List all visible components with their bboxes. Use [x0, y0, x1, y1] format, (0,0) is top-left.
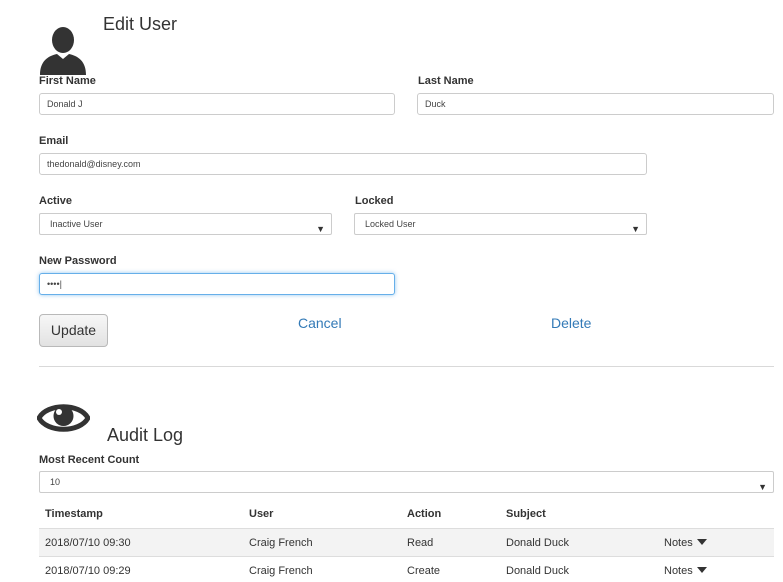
update-button[interactable]: Update — [39, 314, 108, 347]
notes-label: Notes — [664, 565, 693, 577]
most-recent-count-value: 10 — [50, 477, 61, 487]
edit-user-title: Edit User — [103, 14, 178, 34]
row-user: Craig French — [249, 565, 313, 577]
column-header-timestamp: Timestamp — [45, 508, 103, 520]
new-password-input[interactable]: ••••| — [39, 273, 395, 295]
first-name-label: First Name — [39, 75, 96, 87]
column-header-action: Action — [407, 508, 442, 520]
active-select-value: Inactive User — [50, 219, 103, 229]
row-action: Read — [407, 537, 434, 549]
row-subject: Donald Duck — [506, 537, 569, 549]
cancel-link[interactable]: Cancel — [298, 315, 342, 331]
audit-table-header: Timestamp User Action Subject — [39, 500, 774, 528]
locked-select-value: Locked User — [365, 219, 416, 229]
row-subject: Donald Duck — [506, 565, 569, 577]
row-timestamp: 2018/07/10 09:30 — [45, 537, 131, 549]
last-name-label: Last Name — [418, 75, 474, 87]
user-silhouette-icon — [40, 27, 86, 75]
email-label: Email — [39, 135, 69, 147]
edit-user-page: Edit User First Name Donald J Last Name … — [0, 0, 783, 582]
eye-icon — [37, 404, 90, 432]
locked-label: Locked — [355, 195, 394, 207]
table-row: 2018/07/10 09:29 Craig French Create Don… — [39, 556, 774, 582]
table-row: 2018/07/10 09:30 Craig French Read Donal… — [39, 528, 774, 556]
first-name-input[interactable]: Donald J — [39, 93, 395, 115]
new-password-label: New Password — [39, 255, 117, 267]
row-timestamp: 2018/07/10 09:29 — [45, 565, 131, 577]
email-input[interactable]: thedonald@disney.com — [39, 153, 647, 175]
caret-down-icon — [696, 539, 707, 545]
notes-label: Notes — [664, 537, 693, 549]
row-action: Create — [407, 565, 441, 577]
notes-dropdown[interactable]: Notes — [664, 537, 707, 549]
notes-dropdown[interactable]: Notes — [664, 565, 707, 577]
caret-down-icon: ▼ — [758, 482, 767, 492]
last-name-input[interactable]: Duck — [417, 93, 774, 115]
locked-select[interactable]: Locked User ▼ — [354, 213, 647, 235]
column-header-user: User — [249, 508, 274, 520]
active-select[interactable]: Inactive User ▼ — [39, 213, 332, 235]
active-label: Active — [39, 195, 73, 207]
delete-link[interactable]: Delete — [551, 315, 591, 331]
caret-down-icon — [696, 567, 707, 573]
column-header-subject: Subject — [506, 508, 546, 520]
row-user: Craig French — [249, 537, 313, 549]
caret-down-icon: ▼ — [631, 224, 640, 234]
audit-log-title: Audit Log — [107, 425, 184, 445]
section-divider — [39, 366, 774, 367]
caret-down-icon: ▼ — [316, 224, 325, 234]
most-recent-count-select[interactable]: 10 ▼ — [39, 471, 774, 493]
most-recent-count-label: Most Recent Count — [39, 454, 140, 466]
